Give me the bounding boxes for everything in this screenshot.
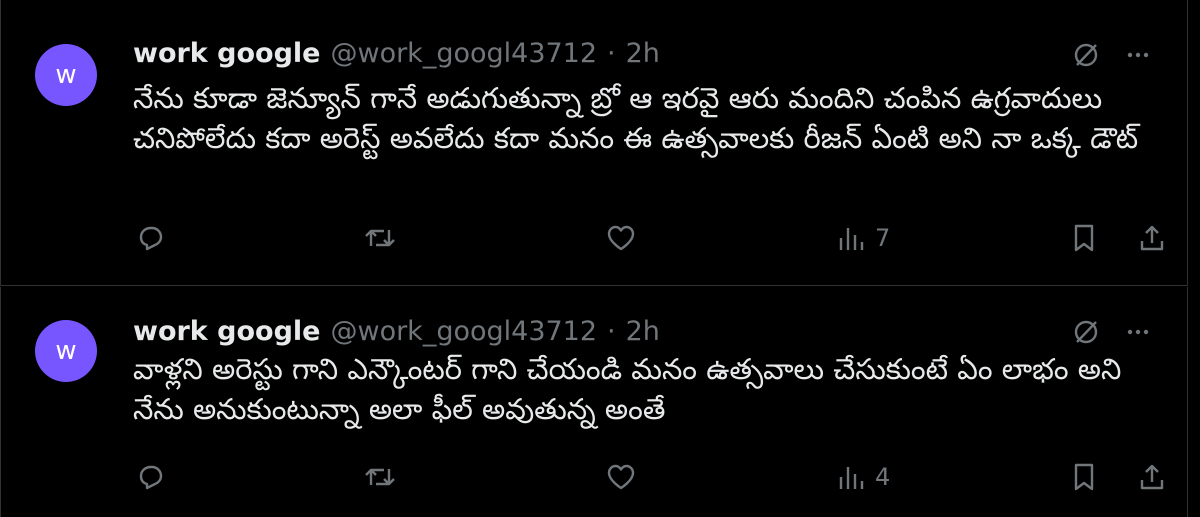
views-icon [839, 467, 864, 489]
views-button[interactable]: 7 [837, 222, 890, 254]
avatar[interactable]: w [35, 320, 97, 382]
share-icon [1140, 225, 1164, 251]
separator: · [607, 316, 616, 347]
grok-icon[interactable] [1071, 40, 1101, 70]
tweet-actions: 4 [135, 461, 1167, 497]
tweet-text: వాళ్లని అరెస్టు గాని ఎన్కౌంటర్ గాని చేయం… [133, 352, 1122, 426]
like-icon [607, 225, 635, 251]
like-icon [607, 464, 635, 490]
timestamp[interactable]: 2h [626, 316, 660, 348]
reply-button[interactable] [135, 222, 167, 254]
views-icon [839, 228, 864, 250]
bookmark-button[interactable] [1069, 461, 1099, 493]
retweet-icon [365, 229, 395, 247]
more-icon[interactable] [1123, 40, 1153, 70]
retweet-button[interactable] [363, 222, 397, 254]
share-icon [1140, 464, 1164, 490]
tweet-header-actions [1071, 40, 1153, 70]
reply-button[interactable] [135, 461, 167, 493]
tweet-header-actions [1071, 317, 1153, 347]
tweet-header: work google @work_googl43712 · 2h [133, 38, 660, 70]
views-button[interactable]: 4 [837, 461, 890, 493]
tweet-header: work google @work_googl43712 · 2h [133, 316, 660, 348]
retweet-icon [365, 468, 395, 486]
bookmark-icon [1074, 463, 1094, 491]
like-button[interactable] [605, 222, 637, 254]
separator: · [607, 38, 616, 69]
retweet-button[interactable] [363, 461, 397, 493]
timeline: w work google @work_googl43712 · 2h నేను… [0, 0, 1200, 517]
tweet-actions: 7 [135, 222, 1167, 258]
share-button[interactable] [1137, 461, 1167, 493]
bookmark-icon [1074, 224, 1094, 252]
author-handle[interactable]: @work_googl43712 [330, 38, 597, 70]
reply-icon [139, 226, 163, 251]
tweet-text: నేను కూడా జెన్యూన్ గానే అడుగుతున్నా బ్రో… [133, 81, 1139, 155]
more-icon[interactable] [1123, 317, 1153, 347]
grok-icon[interactable] [1071, 317, 1101, 347]
tweet[interactable]: w work google @work_googl43712 · 2h వాళ్… [0, 287, 1188, 517]
tweet[interactable]: w work google @work_googl43712 · 2h నేను… [0, 0, 1188, 286]
like-button[interactable] [605, 461, 637, 493]
bookmark-button[interactable] [1069, 222, 1099, 254]
views-count: 4 [875, 463, 891, 491]
reply-icon [139, 465, 163, 490]
views-count: 7 [875, 224, 891, 252]
author-name[interactable]: work google [133, 38, 320, 70]
author-name[interactable]: work google [133, 316, 320, 348]
share-button[interactable] [1137, 222, 1167, 254]
avatar[interactable]: w [35, 44, 97, 106]
author-handle[interactable]: @work_googl43712 [330, 316, 597, 348]
timestamp[interactable]: 2h [626, 38, 660, 70]
